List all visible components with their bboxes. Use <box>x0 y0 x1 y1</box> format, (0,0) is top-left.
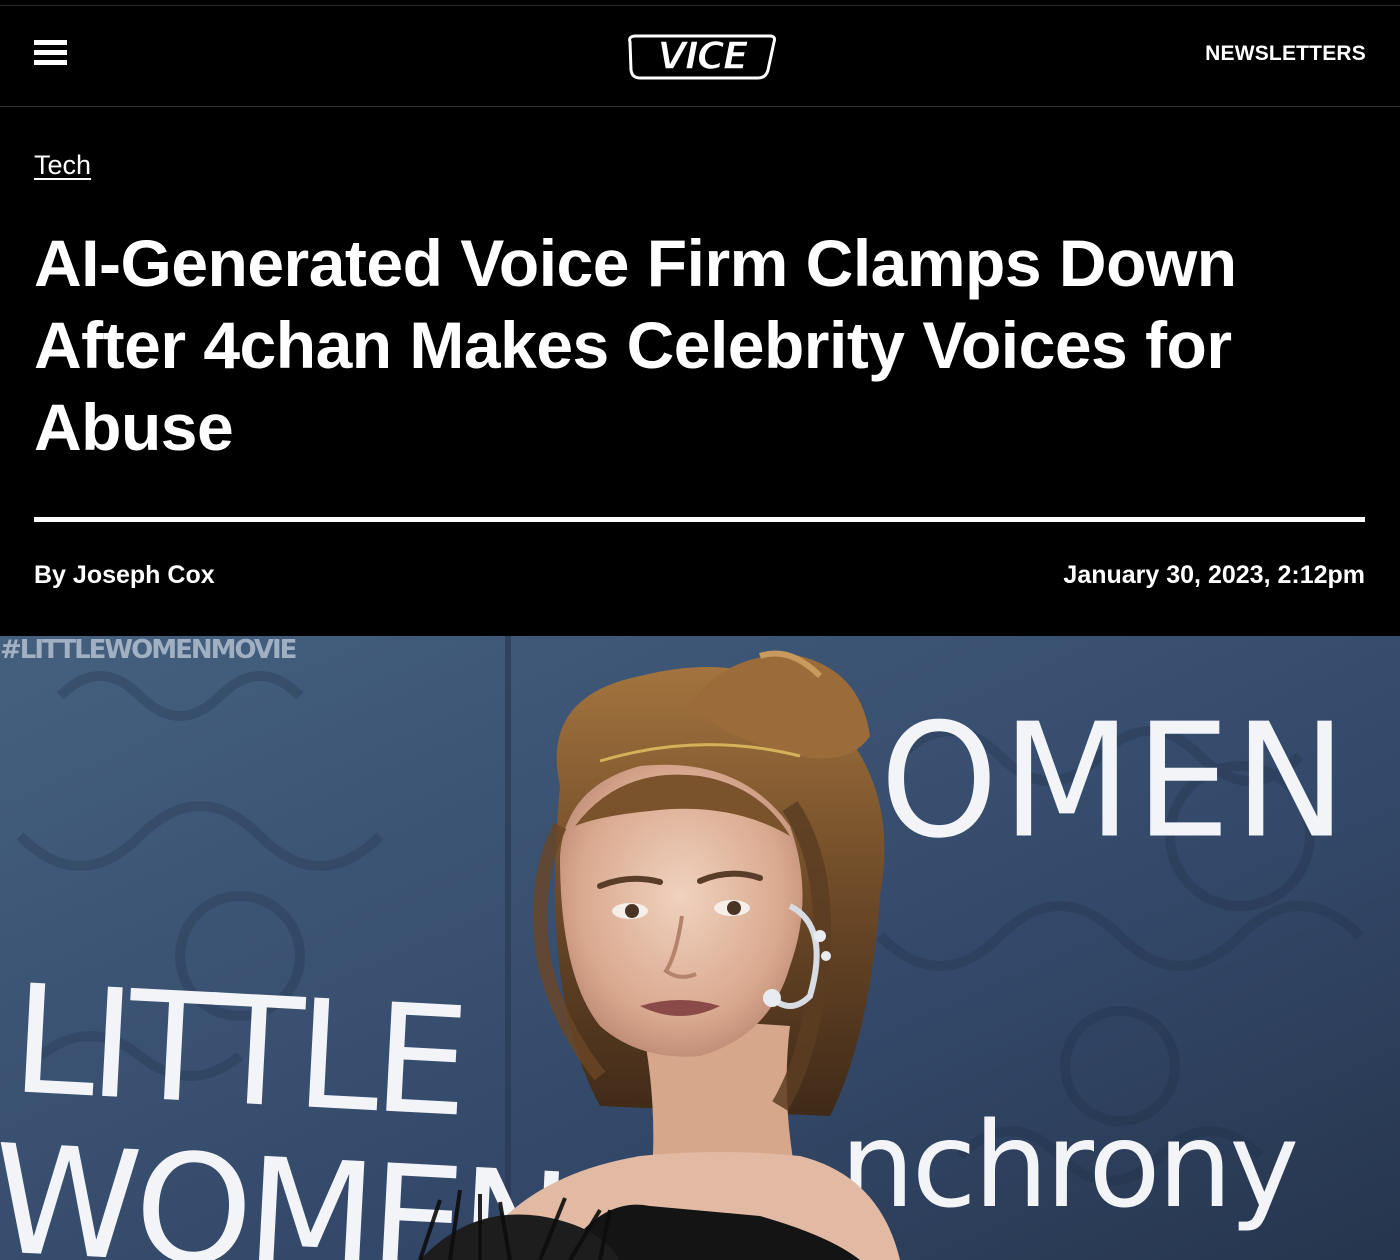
title-divider <box>34 517 1365 522</box>
author-link[interactable]: Joseph Cox <box>73 561 215 589</box>
hero-image: #LITTLEWOMENMOVIE OMEN nchrony LITTLE WO… <box>0 636 1400 1260</box>
hamburger-menu-icon[interactable] <box>34 38 68 68</box>
vice-logo[interactable]: VICE <box>622 28 778 84</box>
backdrop-hashtag: #LITTLEWOMENMOVIE <box>0 636 296 665</box>
backdrop-title-right: OMEN <box>880 690 1350 873</box>
backdrop-sponsor-text: nchrony <box>840 1096 1296 1234</box>
article-title: AI-Generated Voice Firm Clamps Down Afte… <box>34 226 1237 464</box>
svg-text:VICE: VICE <box>657 34 748 78</box>
byline-prefix: By <box>34 561 66 589</box>
menu-bar <box>34 40 67 45</box>
vice-logo-icon: VICE <box>628 33 776 80</box>
menu-bar <box>34 60 67 65</box>
category-link[interactable]: Tech <box>34 150 91 181</box>
newsletters-link[interactable]: NEWSLETTERS <box>1205 42 1366 66</box>
publish-date: January 30, 2023, 2:12pm <box>1063 561 1365 589</box>
menu-bar <box>34 50 67 55</box>
hero-photo: #LITTLEWOMENMOVIE OMEN nchrony LITTLE WO… <box>0 636 1400 1260</box>
byline: By Joseph Cox <box>34 561 215 590</box>
site-header: VICE NEWSLETTERS <box>0 6 1400 107</box>
